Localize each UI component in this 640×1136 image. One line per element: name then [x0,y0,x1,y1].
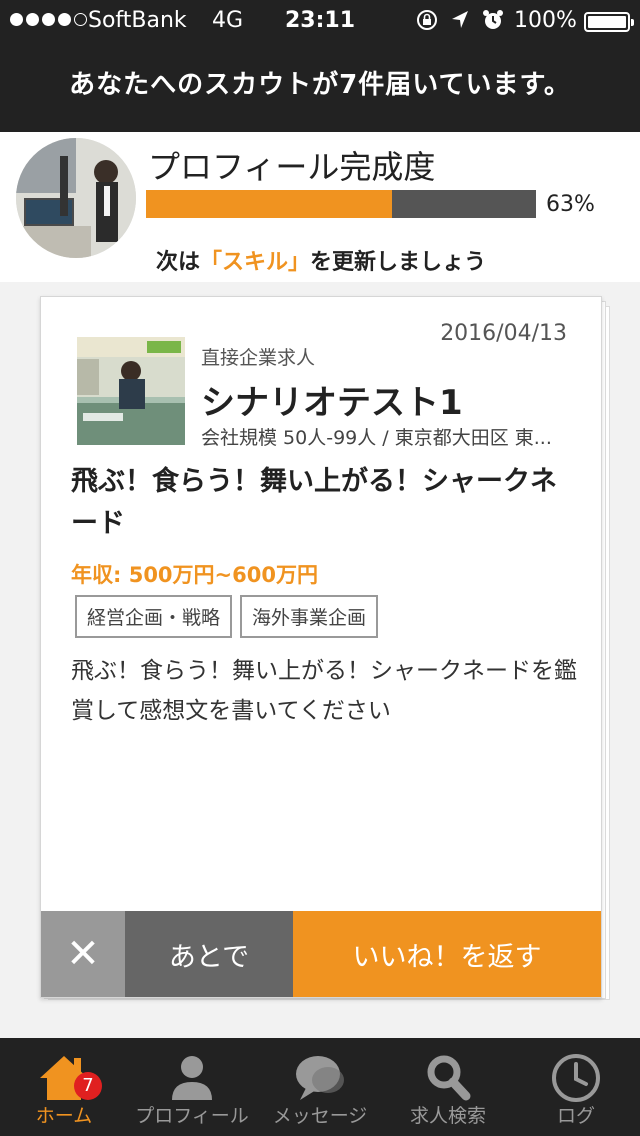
clock-icon [552,1054,600,1102]
profile-completion-title: プロフィール完成度 [148,148,436,186]
tag-list: 経営企画・戦略 海外事業企画 [75,595,379,638]
tab-label: メッセージ [272,1105,368,1127]
profile-update-hint[interactable]: 次は「スキル」を更新しましょう [156,244,486,276]
battery-icon [584,12,634,32]
battery-percent: 100% [514,8,577,33]
job-type-label: 直接企業求人 [201,347,316,369]
scout-card[interactable]: 2016/04/13 直接企業求人 シナリオテスト1 会社規模 50人-99人 … [40,296,602,998]
job-description: 飛ぶ！食らう！舞い上がる！シャークネードを鑑賞して感想文を書いてください [71,658,577,724]
location-icon [452,11,468,28]
card-actions: ✕ あとで いいね！を返す [41,911,601,997]
company-info: 会社規模 50人-99人 / 東京都大田区 東... [201,427,552,449]
search-icon [427,1055,471,1101]
tab-label: 求人検索 [409,1105,486,1127]
tab-label: ログ [556,1105,595,1127]
like-back-button[interactable]: いいね！を返す [293,911,601,997]
tab-label: ホーム [35,1105,93,1127]
hint-skill-highlight: 「スキル」 [200,250,311,275]
tab-job-search[interactable]: 求人検索 [384,1038,512,1136]
job-thumbnail [77,337,185,445]
later-button[interactable]: あとで [125,911,293,997]
person-icon [172,1056,212,1100]
dismiss-button[interactable]: ✕ [41,911,125,997]
tab-label: プロフィール [135,1105,249,1127]
tab-messages[interactable]: メッセージ [256,1038,384,1136]
job-title: 飛ぶ！食らう！舞い上がる！シャークネード [71,466,557,539]
tab-profile[interactable]: プロフィール [128,1038,256,1136]
orientation-lock-icon [417,10,437,30]
tag-chip: 海外事業企画 [240,595,379,638]
notification-badge: 7 [74,1072,102,1100]
tab-home[interactable]: 7 ホーム [0,1038,128,1136]
salary-label: 年収: 500万円~600万円 [71,563,318,587]
status-bar: SoftBank 4G 23:11 100% [0,0,640,42]
scout-banner[interactable]: あなたへのスカウトが7件届いています。 [0,64,640,101]
card-date: 2016/04/13 [440,321,567,346]
profile-progress-fill [146,190,392,218]
tab-log[interactable]: ログ [512,1038,640,1136]
profile-completion-section[interactable]: プロフィール完成度 63% 次は「スキル」を更新しましょう [0,132,640,282]
profile-progress-percent: 63% [546,192,595,217]
close-icon: ✕ [66,931,100,977]
alarm-icon [483,10,503,29]
company-name: シナリオテスト1 [201,383,463,423]
tag-chip: 経営企画・戦略 [75,595,233,638]
tab-bar: 7 ホーム プロフィール メッセージ 求人検索 ログ [0,1038,640,1136]
avatar[interactable] [16,138,136,258]
chat-icon [296,1056,344,1100]
profile-progress-bar [146,190,536,218]
top-bar: SoftBank 4G 23:11 100% あなたへのスカウトが7件届いていま… [0,0,640,132]
